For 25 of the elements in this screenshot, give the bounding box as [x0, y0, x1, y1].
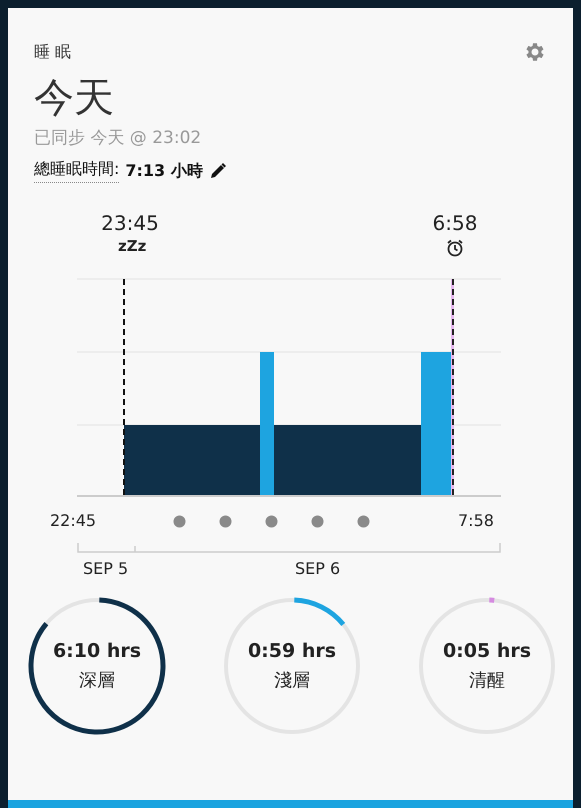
wake-time: 6:58: [432, 211, 478, 235]
stage-duration: 0:05 hrs: [442, 640, 532, 662]
sleep-start-time: 23:45: [101, 211, 159, 235]
event-dot: [311, 515, 324, 528]
total-sleep-value: 7:13 小時: [125, 160, 203, 182]
stage-duration: 0:59 hrs: [248, 640, 336, 662]
date-heading: 今天: [33, 74, 115, 122]
event-dot: [219, 515, 232, 528]
stage-label: 深層: [79, 669, 115, 692]
event-dot: [265, 515, 278, 528]
chart-end-time: 7:58: [458, 511, 494, 530]
sync-status: 已同步 今天 @ 23:02: [33, 127, 202, 149]
stage-duration: 6:10 hrs: [52, 640, 142, 662]
stage-label: 淺層: [274, 669, 310, 692]
chart-start-time: 22:45: [50, 511, 96, 530]
date-label: SEP 6: [295, 559, 340, 578]
event-dot: [173, 515, 186, 528]
sleep-mark: zZz: [118, 237, 146, 255]
event-dot: [357, 515, 370, 528]
stage-label: 清醒: [469, 669, 505, 692]
section-title: 睡 眠: [34, 42, 72, 63]
pencil-icon[interactable]: [208, 162, 227, 180]
alarm-clock-icon: [446, 239, 464, 257]
total-sleep-label[interactable]: 總睡眠時間:: [34, 159, 120, 183]
date-label: SEP 5: [83, 559, 128, 578]
